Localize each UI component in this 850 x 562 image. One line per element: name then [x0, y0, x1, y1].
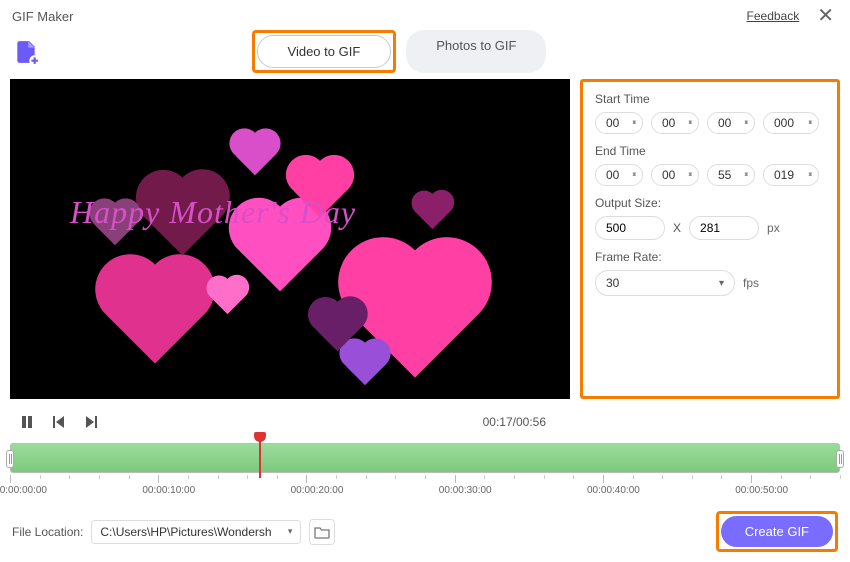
frame-rate-select[interactable]: 30▾: [595, 270, 735, 296]
tick-label: 00:00:20:00: [291, 485, 344, 496]
end-hours[interactable]: 00▴▾: [595, 164, 643, 186]
start-minutes[interactable]: 00▴▾: [651, 112, 699, 134]
end-time-label: End Time: [595, 144, 825, 158]
trim-start-handle[interactable]: [6, 450, 14, 468]
tick-label: 00:00:10:00: [142, 485, 195, 496]
feedback-link[interactable]: Feedback: [747, 9, 800, 23]
pause-button[interactable]: [14, 409, 40, 435]
add-file-icon[interactable]: [12, 38, 40, 66]
close-icon[interactable]: ✕: [813, 6, 838, 26]
tab-video-to-gif[interactable]: Video to GIF: [257, 35, 392, 68]
size-separator: X: [673, 221, 681, 235]
open-folder-button[interactable]: [309, 519, 335, 545]
trim-end-handle[interactable]: [836, 450, 844, 468]
timeline[interactable]: [10, 443, 840, 473]
tick-label: 00:00:50:00: [735, 485, 788, 496]
video-overlay-text: Happy Mother's Day: [70, 194, 356, 231]
tab-photos-to-gif[interactable]: Photos to GIF: [406, 30, 546, 73]
next-frame-button[interactable]: [78, 409, 104, 435]
prev-frame-button[interactable]: [46, 409, 72, 435]
file-location-select[interactable]: C:\Users\HP\Pictures\Wondersh ▾: [91, 520, 301, 544]
tick-label: 00:00:00:00: [0, 485, 47, 496]
start-ms[interactable]: 000▴▾: [763, 112, 819, 134]
tab-video-highlight: Video to GIF: [252, 30, 397, 73]
end-minutes[interactable]: 00▴▾: [651, 164, 699, 186]
playhead[interactable]: [259, 438, 261, 478]
app-title: GIF Maker: [12, 9, 73, 24]
start-hours[interactable]: 00▴▾: [595, 112, 643, 134]
output-height-input[interactable]: [689, 216, 759, 240]
frame-unit: fps: [743, 276, 759, 290]
output-size-label: Output Size:: [595, 196, 825, 210]
end-seconds[interactable]: 55▴▾: [707, 164, 755, 186]
create-gif-highlight: Create GIF: [716, 511, 838, 552]
frame-rate-label: Frame Rate:: [595, 250, 825, 264]
start-time-label: Start Time: [595, 92, 825, 106]
size-unit: px: [767, 221, 780, 235]
start-seconds[interactable]: 00▴▾: [707, 112, 755, 134]
playback-time: 00:17/00:56: [483, 415, 546, 429]
settings-panel: Start Time 00▴▾ 00▴▾ 00▴▾ 000▴▾ End Time…: [580, 79, 840, 399]
end-ms[interactable]: 019▴▾: [763, 164, 819, 186]
tick-label: 00:00:30:00: [439, 485, 492, 496]
tick-label: 00:00:40:00: [587, 485, 640, 496]
video-preview[interactable]: Happy Mother's Day: [10, 79, 570, 399]
timeline-ruler: 00:00:00:0000:00:10:0000:00:20:0000:00:3…: [10, 475, 840, 505]
create-gif-button[interactable]: Create GIF: [721, 516, 833, 547]
chevron-down-icon: ▾: [288, 526, 293, 537]
file-location-label: File Location:: [12, 525, 83, 539]
output-width-input[interactable]: [595, 216, 665, 240]
chevron-down-icon: ▾: [719, 278, 724, 289]
